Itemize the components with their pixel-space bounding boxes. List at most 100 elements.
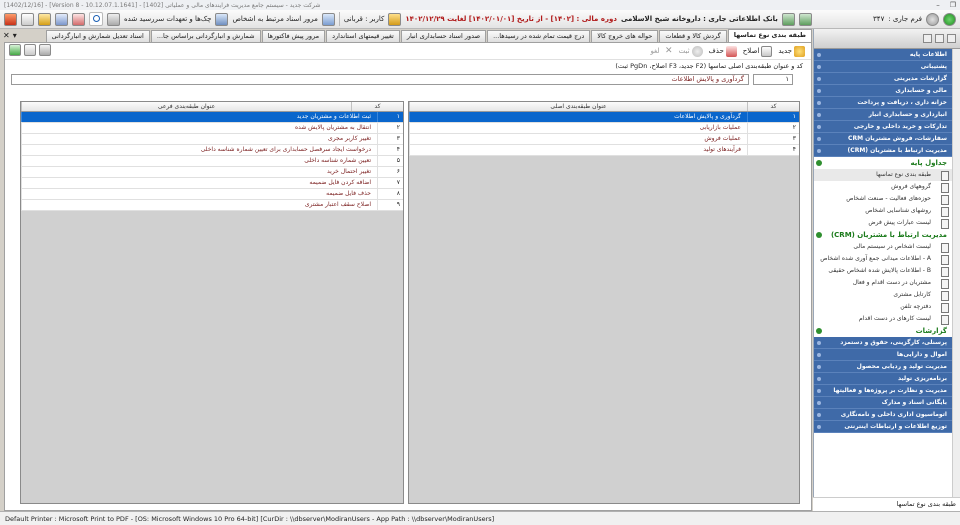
new-button[interactable]: جدید: [778, 45, 805, 57]
sidebar-item[interactable]: تدارکات و خرید داخلی و خارجی: [814, 121, 953, 133]
row-title: درخواست ایجاد سرفصل حسابداری برای تعیین …: [21, 145, 377, 155]
sidebar-item[interactable]: سفارشات، فروش مشتریان CRM: [814, 133, 953, 145]
sidebar-group-crm[interactable]: مدیریت ارتباط با مشتریان (CRM): [814, 229, 953, 241]
table-row[interactable]: ۲ انتقال به مشتریان پالایش شده: [21, 123, 403, 134]
sidebar-item[interactable]: توزیع اطلاعات و ارتباطات اینترنتی: [814, 421, 953, 433]
sidebar-group-base[interactable]: جداول پایه: [814, 157, 953, 169]
lock-icon[interactable]: [38, 12, 51, 26]
title-field[interactable]: گردآوری و پالایش اطلاعات: [11, 73, 749, 85]
tab-4[interactable]: صدور اسناد حسابداری انبار: [400, 29, 487, 42]
calendar-icon[interactable]: [21, 12, 34, 26]
calculator-icon[interactable]: [107, 12, 120, 26]
linked-docs-icon[interactable]: [321, 12, 335, 26]
print-icon[interactable]: [39, 44, 51, 56]
row-code: ۱: [747, 112, 799, 122]
checks-due-button[interactable]: چک‌ها و تعهدات سررسید شده: [124, 15, 211, 23]
sidebar-group-reports[interactable]: گزارشات: [814, 325, 953, 337]
delete-button[interactable]: حذف: [709, 45, 737, 57]
sidebar-expand-icon[interactable]: [935, 34, 944, 43]
sidebar-subitem[interactable]: A - اطلاعات میدانی جمع آوری شده اشخاص: [814, 253, 953, 265]
table-row[interactable]: ۸ حذف فایل ضمیمه: [21, 189, 403, 200]
sidebar-subitem[interactable]: طبقه بندی نوع تماسها: [814, 169, 953, 181]
cancel-button[interactable]: ✕ لغو: [650, 46, 672, 57]
sidebar-subitem[interactable]: کارتابل مشتری: [814, 289, 953, 301]
sidebar-pin-icon[interactable]: [947, 34, 956, 43]
table-row[interactable]: ۳ تغییر کاربر مجری: [21, 134, 403, 145]
sidebar-collapse-icon[interactable]: [923, 34, 932, 43]
close-tab-icon[interactable]: ✕: [3, 31, 10, 40]
linked-docs-button[interactable]: مرور اسناد مرتبط به اشخاص: [232, 15, 317, 23]
sidebar-item[interactable]: مدیریت و نظارت بر پروژه‌ها و فعالیتها: [814, 385, 953, 397]
tab-5[interactable]: تغییر قیمتهای استاندارد: [326, 29, 400, 42]
sidebar-item[interactable]: پرسنلی، کارگزینی، حقوق و دستمزد: [814, 337, 953, 349]
sidebar-item[interactable]: اتوماسیون اداری داخلی و نامه‌نگاری: [814, 409, 953, 421]
sidebar-item[interactable]: اموال و دارایی‌ها: [814, 349, 953, 361]
tab-label: اسناد تعدیل شمارش و انبارگردانی: [51, 31, 144, 40]
database-switch-icon[interactable]: [781, 12, 795, 26]
sidebar-item[interactable]: اطلاعات پایه: [814, 49, 953, 61]
tab-8[interactable]: اسناد تعدیل شمارش و انبارگردانی: [45, 29, 150, 42]
code-field[interactable]: ۱: [753, 73, 793, 85]
row-code: ۴: [377, 145, 403, 155]
power-icon[interactable]: [943, 12, 956, 26]
table-row[interactable]: ۳ عملیات فروش: [409, 134, 799, 145]
row-title: فرآیندهای تولید: [409, 145, 747, 155]
sidebar-item[interactable]: مدیریت تولید و ردیابی محصول: [814, 361, 953, 373]
table-row[interactable]: ۴ درخواست ایجاد سرفصل حسابداری برای تعیین…: [21, 145, 403, 156]
sidebar-subitem[interactable]: مشتریان در دست اقدام و فعال: [814, 277, 953, 289]
tab-1[interactable]: گردش کالا و قطعات: [659, 29, 727, 42]
sidebar-item[interactable]: پشتیبانی: [814, 61, 953, 73]
tab-3[interactable]: درج قیمت تمام شده در رسیدها...: [487, 29, 591, 42]
sidebar-item[interactable]: انبارداری و حسابداری انبار: [814, 109, 953, 121]
col-title-header[interactable]: عنوان طبقه‌بندی فرعی: [21, 102, 351, 111]
table-row[interactable]: ۷ اضافه کردن فایل ضمیمه: [21, 178, 403, 189]
sidebar-subitem[interactable]: لیست اشخاص در سیستم مالی: [814, 241, 953, 253]
sidebar-subitem[interactable]: دفترچه تلفن: [814, 301, 953, 313]
cancel-mail-icon[interactable]: [72, 12, 85, 26]
zoom-icon[interactable]: [24, 44, 36, 56]
sidebar-item[interactable]: بایگانی اسناد و مدارک: [814, 397, 953, 409]
mail-icon[interactable]: [55, 12, 68, 26]
window-controls: – ❐: [936, 1, 956, 9]
sidebar-subitem[interactable]: لیست عبارات پیش فرض: [814, 217, 953, 229]
sidebar-subitem[interactable]: حوزه‌های فعالیت - صنعت اشخاص: [814, 193, 953, 205]
sidebar-scrollbar[interactable]: [952, 49, 960, 505]
col-title-header[interactable]: عنوان طبقه‌بندی اصلی: [409, 102, 747, 111]
sidebar-subitem[interactable]: گروههای فروش: [814, 181, 953, 193]
sidebar-item[interactable]: مالی و حسابداری: [814, 85, 953, 97]
tab-2[interactable]: حواله های خروج کالا: [591, 29, 659, 42]
table-row[interactable]: ۴ فرآیندهای تولید: [409, 145, 799, 156]
refresh-green-icon[interactable]: [9, 44, 21, 56]
user-icon[interactable]: [388, 12, 402, 26]
table-row[interactable]: ۵ تعیین شماره شناسه داخلی: [21, 156, 403, 167]
save-button[interactable]: ثبت: [679, 45, 703, 57]
tab-label: شمارش و انبارگردانی براساس جا...: [156, 31, 255, 40]
database-icon[interactable]: [798, 12, 812, 26]
sidebar-subitem[interactable]: لیست کارهای در دست اقدام: [814, 313, 953, 325]
sidebar-item[interactable]: خزانه داری ، دریافت و پرداخت: [814, 97, 953, 109]
sidebar-item[interactable]: مدیریت ارتباط با مشتریان (CRM): [814, 145, 953, 157]
tab-menu-icon[interactable]: ▾: [13, 31, 17, 40]
restore-icon[interactable]: ❐: [950, 1, 956, 9]
minimize-icon[interactable]: –: [936, 1, 940, 9]
edit-button[interactable]: اصلاح: [743, 45, 773, 57]
checks-icon[interactable]: [215, 12, 229, 26]
sidebar-subitem[interactable]: B - اطلاعات پالایش شده اشخاص حقیقی: [814, 265, 953, 277]
table-row[interactable]: ۱ ثبت اطلاعات و مشتریان جدید: [21, 112, 403, 123]
exit-icon[interactable]: [4, 12, 17, 26]
table-row[interactable]: ۱ گردآوری و پالایش اطلاعات: [409, 112, 799, 123]
col-code-header[interactable]: کد: [351, 102, 403, 111]
table-row[interactable]: ۲ عملیات بازاریابی: [409, 123, 799, 134]
search-icon[interactable]: [89, 12, 103, 26]
table-row[interactable]: ۶ تغییر احتمال خرید: [21, 167, 403, 178]
tab-7[interactable]: شمارش و انبارگردانی براساس جا...: [150, 29, 261, 42]
sidebar-item[interactable]: برنامه‌ریزی تولید: [814, 373, 953, 385]
tab-0[interactable]: طبقه بندی نوع تماسها: [727, 29, 812, 42]
sidebar-subitem[interactable]: روشهای شناسایی اشخاص: [814, 205, 953, 217]
table-row[interactable]: ۹ اصلاح سقف اعتبار مشتری: [21, 200, 403, 211]
col-code-header[interactable]: کد: [747, 102, 799, 111]
refresh-icon[interactable]: [926, 12, 939, 26]
sidebar-item[interactable]: گزارشات مدیریتی: [814, 73, 953, 85]
tab-6[interactable]: مرور پیش فاکتورها: [261, 29, 326, 42]
row-code: ۷: [377, 178, 403, 188]
